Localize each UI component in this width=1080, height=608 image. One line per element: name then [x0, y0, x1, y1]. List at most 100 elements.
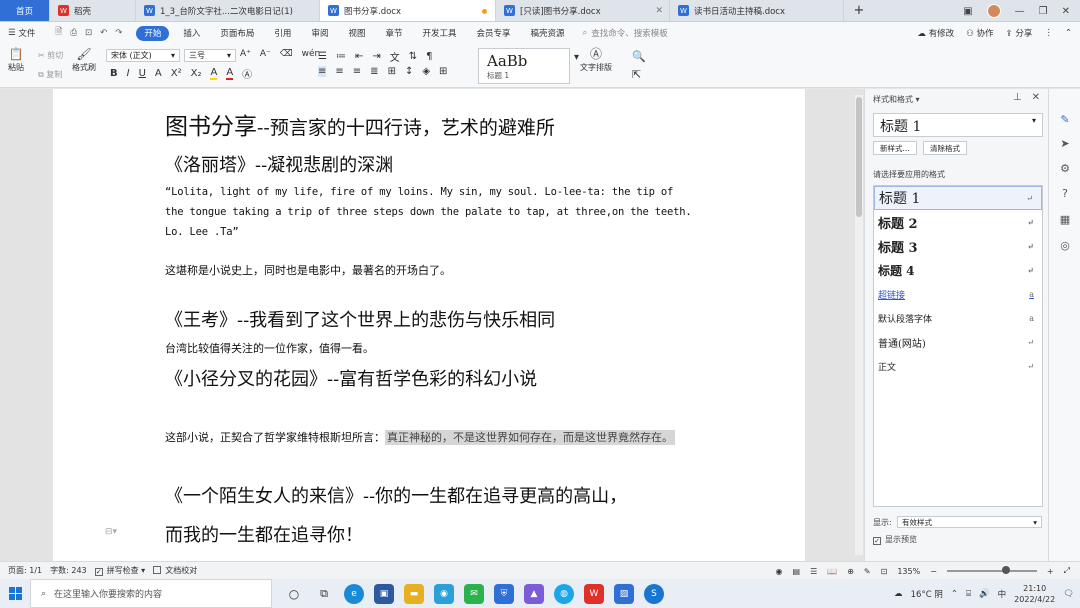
proofread-toggle[interactable]: 文档校对	[153, 565, 197, 576]
restore-button[interactable]: ❐	[1039, 6, 1048, 17]
weather-text[interactable]: 16°C 阴	[911, 588, 943, 600]
tab-member[interactable]: 会员专享	[467, 22, 521, 44]
help-icon[interactable]: ?	[1058, 187, 1072, 201]
share-button[interactable]: ⇪ 分享	[1006, 27, 1033, 39]
chinese-layout-icon[interactable]: 文	[390, 49, 400, 64]
collapse-ribbon-icon[interactable]: ⌃	[1065, 28, 1072, 38]
align-left-icon[interactable]: ≡	[318, 66, 327, 77]
network-icon[interactable]: ⌸	[966, 589, 971, 599]
tab-home[interactable]: 首页	[0, 0, 50, 21]
wechat-icon[interactable]: ✉	[464, 583, 484, 604]
file-menu[interactable]: ☰ 文件	[0, 22, 45, 44]
sort-icon[interactable]: ⇅	[409, 51, 417, 62]
cortana-icon[interactable]: ○	[284, 584, 304, 604]
superscript-icon[interactable]: X²	[171, 68, 182, 79]
clear-format-button[interactable]: 清除格式	[923, 141, 967, 155]
print-icon[interactable]: ⎙	[70, 28, 77, 38]
show-filter-select[interactable]: 有效样式 ▾	[897, 516, 1042, 528]
app-icon[interactable]: ◉	[434, 583, 454, 604]
grow-font-icon[interactable]: A⁺	[240, 49, 251, 59]
tab-insert[interactable]: 插入	[173, 22, 210, 44]
store-icon[interactable]: ▣	[374, 583, 394, 604]
tab-page-layout[interactable]: 页面布局	[210, 22, 264, 44]
cursor-icon[interactable]: ➤	[1058, 137, 1072, 151]
tab-references[interactable]: 引用	[264, 22, 301, 44]
zoom-out-icon[interactable]: −	[930, 567, 937, 576]
vertical-scrollbar[interactable]	[855, 95, 863, 555]
page-view-icon[interactable]: ▤	[793, 567, 801, 576]
bold-icon[interactable]: B	[110, 68, 118, 79]
style-item-heading1[interactable]: 标题 1 ↵	[874, 186, 1042, 210]
tab-review[interactable]: 审阅	[301, 22, 338, 44]
scrollbar-thumb[interactable]	[856, 97, 862, 217]
shading-icon[interactable]: ◈	[422, 66, 430, 77]
tile-icon[interactable]: ▣	[963, 6, 972, 17]
start-button[interactable]	[0, 579, 30, 608]
minimize-button[interactable]: —	[1015, 6, 1025, 17]
volume-icon[interactable]: 🔊	[979, 589, 990, 599]
current-style-select[interactable]: 标题 1 ▾	[873, 113, 1043, 137]
format-painter-button[interactable]: 🖌 格式刷	[72, 48, 96, 73]
clear-format-icon[interactable]: ⌫	[280, 49, 293, 59]
tab-developer[interactable]: 开发工具	[412, 22, 466, 44]
zoom-in-icon[interactable]: +	[1047, 567, 1054, 576]
strikethrough-icon[interactable]: A	[155, 68, 162, 79]
close-window-button[interactable]: ✕	[1062, 6, 1070, 17]
clock[interactable]: 21:10 2022/4/22	[1014, 583, 1055, 605]
zoom-value[interactable]: 135%	[897, 567, 920, 576]
paste-button[interactable]: 📋 粘贴	[8, 48, 24, 73]
more-icon[interactable]: ⋮	[1044, 28, 1053, 38]
increase-indent-icon[interactable]: ⇥	[372, 51, 380, 62]
zoom-slider-knob[interactable]	[1001, 566, 1010, 574]
char-border-icon[interactable]: Ⓐ	[242, 66, 252, 81]
style-item-heading3[interactable]: 标题 3 ↵	[874, 234, 1042, 258]
adjust-icon[interactable]: ⚙	[1058, 162, 1072, 176]
font-color-icon[interactable]: A	[226, 67, 234, 80]
task-view-icon[interactable]: ⧉	[314, 584, 334, 604]
notification-icon[interactable]: 🗨	[1063, 589, 1074, 599]
tab-chapter[interactable]: 章节	[375, 22, 412, 44]
table-icon[interactable]: ▦	[1058, 213, 1072, 227]
weather-icon[interactable]: ☁	[894, 589, 903, 599]
paragraph-handle-icon[interactable]: ⊟▾	[105, 527, 117, 537]
style-item-normal-web[interactable]: 普通(网站) ↵	[874, 330, 1042, 354]
save-icon[interactable]: 🗎	[55, 26, 62, 40]
line-spacing-icon[interactable]: ↕	[405, 66, 413, 77]
word-count[interactable]: 字数: 243	[50, 565, 87, 576]
borders-icon[interactable]: ⊞	[439, 66, 447, 77]
cut-button[interactable]: ✂ 剪切	[38, 50, 63, 61]
close-icon[interactable]: ✕	[655, 6, 663, 16]
shrink-font-icon[interactable]: A⁻	[260, 49, 271, 59]
align-center-icon[interactable]: ≡	[335, 66, 343, 77]
preview-icon[interactable]: ⊡	[85, 28, 92, 38]
pin-icon[interactable]: ⊥	[1013, 92, 1022, 103]
fullscreen-icon[interactable]: ⤢	[1064, 566, 1070, 576]
underline-icon[interactable]: U	[139, 68, 146, 79]
document-page[interactable]: 图书分享--预言家的十四行诗，艺术的避难所 《洛丽塔》--凝视悲剧的深渊 “Lo…	[53, 89, 805, 561]
bullet-list-icon[interactable]: ☰	[318, 51, 327, 62]
avatar[interactable]	[986, 4, 1001, 18]
pen-icon[interactable]: ✎	[1058, 113, 1072, 127]
tab-start[interactable]: 开始	[136, 25, 170, 41]
undo-icon[interactable]: ↶	[100, 28, 107, 38]
style-item-heading2[interactable]: 标题 2 ↵	[874, 210, 1042, 234]
style-item-hyperlink[interactable]: 超链接 a	[874, 282, 1042, 306]
tab-resources[interactable]: 稿壳资源	[521, 22, 575, 44]
distributed-icon[interactable]: ⊞	[388, 66, 396, 77]
selected-quote[interactable]: 真正神秘的，不是这世界如何存在，而是这世界竟然存在。	[385, 430, 675, 445]
security-icon[interactable]: ⛨	[494, 583, 514, 604]
select-icon[interactable]: ⇱	[632, 68, 641, 81]
tab-doc-host-script[interactable]: W 读书日活动主持稿.docx	[670, 0, 844, 21]
tray-expand-icon[interactable]: ⌃	[951, 589, 958, 599]
subscript-icon[interactable]: X₂	[191, 68, 202, 79]
copy-button[interactable]: ⧉ 复制	[38, 69, 62, 80]
collab-button[interactable]: ⚇ 协作	[966, 27, 993, 39]
outline-view-icon[interactable]: ☰	[810, 567, 817, 576]
preview-toggle[interactable]: ✓ 显示预览	[873, 534, 917, 545]
italic-icon[interactable]: I	[127, 68, 130, 79]
redo-icon[interactable]: ↷	[115, 28, 122, 38]
style-gallery[interactable]: AaBb 标题 1	[478, 48, 570, 84]
modified-button[interactable]: ☁ 有修改	[917, 27, 954, 39]
tab-daoke[interactable]: W 稻壳	[50, 0, 136, 21]
location-icon[interactable]: ◎	[1058, 239, 1072, 253]
